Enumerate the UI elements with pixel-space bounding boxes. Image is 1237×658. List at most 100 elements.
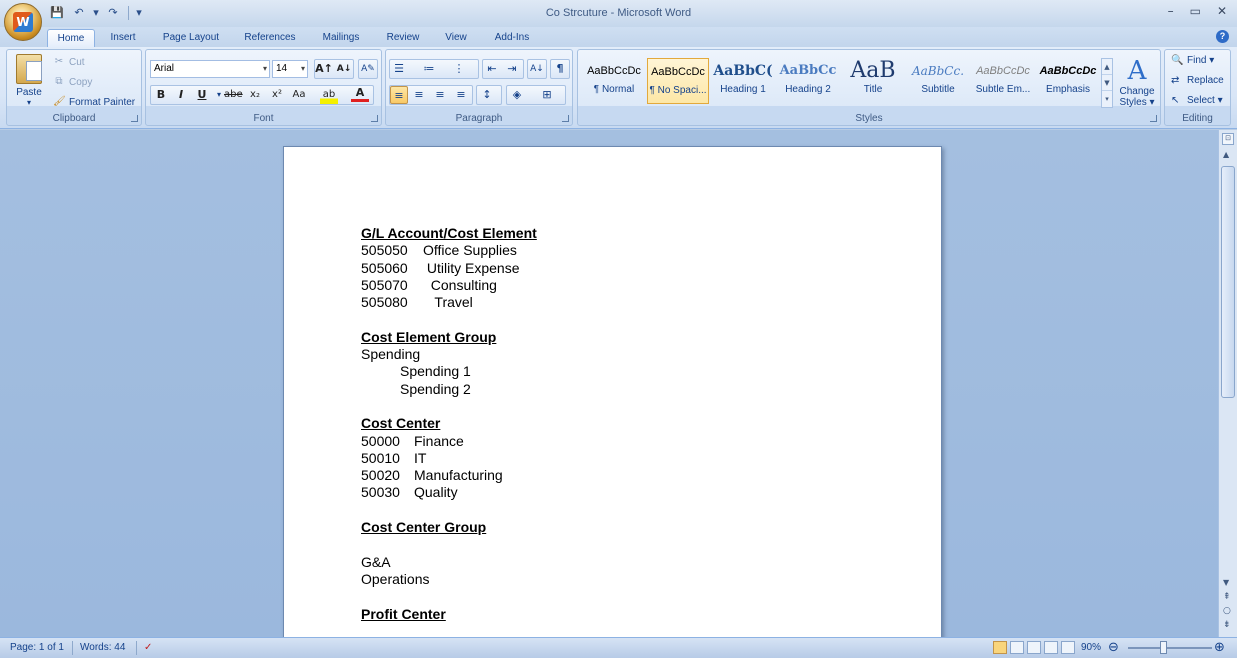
shrink-font-button[interactable]: A↓ [335,60,353,78]
font-size-dropdown-icon[interactable]: ▾ [301,61,305,77]
multilevel-list-button[interactable]: ⋮ [450,60,468,78]
font-name-dropdown-icon[interactable]: ▾ [263,61,267,77]
page-count[interactable]: Page: 1 of 1 [10,642,64,653]
find-button[interactable]: 🔍 Find ▾ [1171,55,1214,66]
font-launcher-icon[interactable] [371,115,378,122]
view-ruler-icon[interactable]: ⊡ [1222,133,1234,145]
tab-page-layout[interactable]: Page Layout [155,29,227,47]
minimize-button[interactable]: – [1168,4,1174,18]
style-title[interactable]: AaB Title [842,58,904,104]
scroll-down-icon[interactable]: ▼ [1223,578,1229,587]
zoom-slider-thumb[interactable] [1160,641,1167,654]
italic-button[interactable]: I [172,86,190,104]
justify-button[interactable]: ≡ [452,86,470,104]
decrease-indent-button[interactable]: ⇤ [483,60,501,78]
paragraph-launcher-icon[interactable] [562,115,569,122]
maximize-button[interactable]: ▭ [1190,4,1201,18]
borders-button[interactable]: ⊞ [538,86,556,104]
zoom-level[interactable]: 90% [1081,642,1101,653]
font-name-combo[interactable]: Arial ▾ [150,60,270,78]
select-button[interactable]: ↖ Select ▾ [1171,95,1223,106]
format-painter-button[interactable]: 🖌 Format Painter [53,96,135,108]
style-sample: AaBbCcDc [587,65,641,77]
tab-add-ins[interactable]: Add-Ins [486,29,538,47]
gallery-down-icon[interactable]: ▼ [1102,75,1112,91]
scroll-up-icon[interactable]: ▲ [1223,150,1229,159]
line-spacing-button[interactable]: ↕ [478,86,496,104]
font-color-button[interactable]: A [351,86,369,102]
grow-font-button[interactable]: A↑ [315,60,333,78]
select-browse-object-icon[interactable]: ○ [1223,606,1231,616]
account-code: 50010 [361,449,400,466]
tab-view[interactable]: View [437,29,475,47]
subscript-button[interactable]: x₂ [246,86,264,104]
highlight-button[interactable]: ab [320,86,338,104]
paragraph-group: ☰ ≔ ⋮ ⇤ ⇥ A↓ ¶ ≡ ≡ ≡ ≡ ↕ ◈ ⊞ Paragraph [385,49,573,126]
style-heading-1[interactable]: AaBbC( Heading 1 [712,58,774,104]
align-left-button[interactable]: ≡ [390,86,408,104]
style-normal[interactable]: AaBbCcDc ¶ Normal [583,58,645,104]
style-subtitle[interactable]: AaBbCc. Subtitle [907,58,969,104]
account-code: 505080 [361,294,408,311]
styles-gallery-scroll[interactable]: ▲ ▼ ▾ [1101,58,1113,108]
paintbrush-icon: 🖌 [53,96,66,107]
style-no-spacing[interactable]: AaBbCcDc ¶ No Spaci... [647,58,709,104]
paste-button[interactable]: Paste ▾ [13,54,45,110]
account-code: 50020 [361,467,400,484]
close-button[interactable]: ✕ [1217,4,1227,18]
strikethrough-button[interactable]: abe [224,86,243,104]
copy-icon: ⧉ [55,76,63,87]
superscript-button[interactable]: x² [268,86,286,104]
center-button[interactable]: ≡ [410,86,428,104]
align-right-button[interactable]: ≡ [431,86,449,104]
sort-button[interactable]: A↓ [528,60,546,78]
increase-indent-button[interactable]: ⇥ [503,60,521,78]
gallery-up-icon[interactable]: ▲ [1102,59,1112,75]
scroll-thumb[interactable] [1221,166,1235,398]
document-page[interactable]: G/L Account/Cost Element 505050 Office Sup… [283,146,942,646]
change-case-button[interactable]: Aa [290,86,308,104]
style-emphasis[interactable]: AaBbCcDc Emphasis [1037,58,1099,104]
clipboard-launcher-icon[interactable] [131,115,138,122]
tab-mailings[interactable]: Mailings [313,29,369,47]
bullets-button[interactable]: ☰ [390,60,408,78]
web-layout-view-icon[interactable] [1027,641,1041,654]
numbering-button[interactable]: ≔ [420,60,438,78]
copy-button[interactable]: ⧉ Copy [53,76,92,88]
styles-launcher-icon[interactable] [1150,115,1157,122]
bold-button[interactable]: B [152,86,170,104]
style-subtle-emphasis[interactable]: AaBbCcDc Subtle Em... [972,58,1034,104]
previous-page-icon[interactable]: ⇞ [1223,592,1231,602]
help-icon[interactable]: ? [1216,30,1229,43]
zoom-slider[interactable] [1128,647,1212,649]
paste-dropdown-icon[interactable]: ▾ [13,98,45,107]
document-body[interactable]: G/L Account/Cost Element 505050 Office Sup… [361,225,537,623]
tab-insert[interactable]: Insert [102,29,144,47]
outline-view-icon[interactable] [1044,641,1058,654]
show-formatting-marks-button[interactable]: ¶ [551,60,569,78]
account-code: 50030 [361,484,400,501]
underline-button[interactable]: U [193,86,211,104]
tab-references[interactable]: References [238,29,302,47]
zoom-in-icon[interactable]: ⊕ [1214,640,1225,655]
change-styles-button[interactable]: A Change Styles ▾ [1117,56,1157,108]
word-count[interactable]: Words: 44 [80,642,125,653]
office-button[interactable]: W [4,3,42,41]
cut-button[interactable]: ✂ Cut [53,56,85,68]
style-heading-2[interactable]: AaBbCc Heading 2 [777,58,839,104]
replace-button[interactable]: ⇄ Replace [1171,75,1224,86]
next-page-icon[interactable]: ⇟ [1223,620,1231,630]
gallery-more-icon[interactable]: ▾ [1102,91,1112,107]
font-size-combo[interactable]: 14 ▾ [272,60,308,78]
draft-view-icon[interactable] [1061,641,1075,654]
full-screen-reading-view-icon[interactable] [1010,641,1024,654]
zoom-out-icon[interactable]: ⊖ [1108,640,1119,655]
clear-formatting-button[interactable]: A✎ [359,60,377,78]
proofing-icon[interactable]: ✓ [144,642,152,653]
print-layout-view-icon[interactable] [993,641,1007,654]
shading-button[interactable]: ◈ [508,86,526,104]
tab-home[interactable]: Home [47,29,95,47]
section-heading: G/L Account/Cost Element [361,225,537,241]
vertical-scrollbar[interactable]: ⊡ ▲ ▼ ⇞ ○ ⇟ [1218,130,1237,637]
tab-review[interactable]: Review [380,29,426,47]
